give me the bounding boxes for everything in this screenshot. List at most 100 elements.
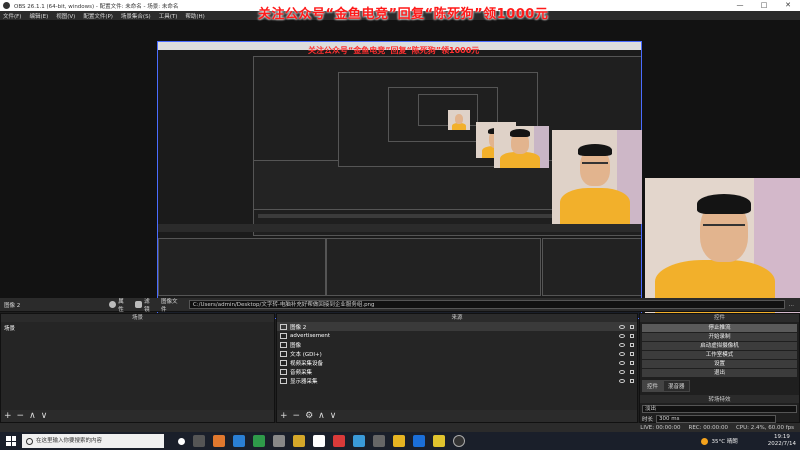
taskbar-search-input[interactable]: 在这里输入你要搜索的内容	[22, 434, 164, 448]
taskbar-app-icon[interactable]	[393, 435, 405, 447]
lock-icon[interactable]	[630, 351, 634, 356]
move-source-up-button[interactable]: ∧	[318, 410, 325, 422]
eye-icon[interactable]	[619, 333, 625, 338]
tab-controls[interactable]: 控件	[642, 380, 664, 392]
taskbar-app-icon[interactable]	[413, 435, 425, 447]
obs-taskbar-icon[interactable]	[453, 435, 465, 447]
taskbar-app-icon[interactable]	[253, 435, 265, 447]
taskbar-app-icon[interactable]	[233, 435, 245, 447]
nested-controls-dock	[542, 238, 641, 296]
source-item-advertisement[interactable]: advertisement	[277, 331, 637, 340]
lock-icon[interactable]	[630, 333, 634, 338]
nested-controls	[158, 224, 641, 232]
properties-button[interactable]: 属性	[109, 297, 129, 313]
remove-source-button[interactable]: −	[293, 410, 301, 422]
minimize-button[interactable]: —	[728, 0, 752, 11]
move-scene-up-button[interactable]: ∧	[29, 410, 36, 422]
taskbar-app-icon[interactable]	[313, 435, 325, 447]
nested-webcam-2	[494, 126, 549, 168]
lock-icon[interactable]	[630, 324, 634, 329]
menu-profile[interactable]: 配置文件(P)	[83, 12, 113, 20]
move-scene-down-button[interactable]: ∨	[41, 410, 48, 422]
transition-select[interactable]: 淡出	[642, 405, 797, 413]
exit-button[interactable]: 退出	[642, 369, 797, 377]
eye-icon[interactable]	[619, 360, 625, 365]
clock-date: 2022/7/14	[767, 441, 796, 447]
taskbar-app-icon[interactable]	[373, 435, 385, 447]
stop-streaming-button[interactable]: 停止推流	[642, 324, 797, 332]
weather-widget[interactable]: 35°C 晴朗	[701, 437, 738, 445]
text-icon	[280, 332, 287, 339]
scene-item[interactable]: 场景	[1, 322, 274, 334]
taskbar-app-icon[interactable]	[213, 435, 225, 447]
source-item-image-2[interactable]: 图像 2	[277, 322, 637, 331]
source-item-display-capture[interactable]: 显示器采集	[277, 376, 637, 385]
lock-icon[interactable]	[630, 378, 634, 383]
eye-icon[interactable]	[619, 369, 625, 374]
taskbar-app-icon[interactable]	[293, 435, 305, 447]
taskbar-app-icon[interactable]	[273, 435, 285, 447]
browse-button[interactable]: ...	[789, 302, 794, 308]
menu-tools[interactable]: 工具(T)	[159, 12, 178, 20]
taskbar-app-icon[interactable]	[433, 435, 445, 447]
close-button[interactable]: ✕	[776, 0, 800, 11]
sources-dock-title: 来源	[277, 314, 637, 322]
source-item-image[interactable]: 图像	[277, 340, 637, 349]
taskbar-app-icon[interactable]	[333, 435, 345, 447]
lock-icon[interactable]	[630, 369, 634, 374]
taskbar-app-icon[interactable]	[353, 435, 365, 447]
window-controls: — □ ✕	[728, 0, 800, 11]
scenes-list[interactable]: 场景	[1, 322, 274, 410]
nested-banner: 关注公众号“金鱼电竞”回复“陈死狗”领1000元	[308, 46, 480, 55]
source-item-audio-capture[interactable]: 音频采集	[277, 367, 637, 376]
task-view-icon[interactable]	[178, 437, 185, 445]
windows-start-icon[interactable]	[6, 436, 16, 446]
source-item-video-capture[interactable]: 视频采集设备	[277, 358, 637, 367]
lock-icon[interactable]	[630, 360, 634, 365]
move-source-down-button[interactable]: ∨	[330, 410, 337, 422]
image-path-input[interactable]: C:/Users/admin/Desktop/文字转-电脑补充好帮做回接到企业服…	[188, 300, 785, 309]
taskbar-app-icon[interactable]	[193, 435, 205, 447]
menu-file[interactable]: 文件(F)	[3, 12, 21, 20]
obs-logo-icon	[3, 2, 10, 9]
menu-help[interactable]: 帮助(H)	[185, 12, 204, 20]
controls-dock-body: 停止推流 开始录制 启动虚拟摄像机 工作室模式 设置 退出 控件 混音器 转场特…	[640, 323, 799, 424]
nested-webcam-1	[552, 130, 642, 224]
eye-icon[interactable]	[619, 324, 625, 329]
remove-scene-button[interactable]: −	[17, 410, 25, 422]
duration-input[interactable]: 300 ms	[656, 415, 777, 423]
filters-button[interactable]: 滤镜	[135, 297, 155, 313]
preview-area[interactable]: 关注公众号“金鱼电竞”回复“陈死狗”领1000元	[0, 20, 800, 319]
taskbar-clock[interactable]: 19:19 2022/7/14	[768, 434, 796, 448]
eye-icon[interactable]	[619, 342, 625, 347]
add-scene-button[interactable]: +	[4, 410, 12, 422]
weather-text: 35°C 晴朗	[711, 439, 738, 445]
menu-scene-collection[interactable]: 场景集合(S)	[121, 12, 151, 20]
webcam-feed	[645, 178, 800, 314]
source-item-text-gdi[interactable]: 文本 (GDI+)	[277, 349, 637, 358]
maximize-button[interactable]: □	[752, 0, 776, 11]
menu-view[interactable]: 视图(V)	[56, 12, 75, 20]
eye-icon[interactable]	[619, 351, 625, 356]
add-source-button[interactable]: +	[280, 410, 288, 422]
clock-time: 19:19	[773, 434, 790, 440]
image-icon	[280, 323, 287, 330]
sources-list[interactable]: 图像 2 advertisement 图像 文本 (GDI+) 视频采集设备 音…	[277, 322, 637, 410]
gear-icon	[109, 301, 117, 308]
controls-tabs: 控件 混音器	[642, 380, 797, 392]
os-taskbar: 在这里输入你要搜索的内容 35°C 晴朗 19:19 2022/7/14	[0, 432, 800, 450]
source-settings-button[interactable]: ⚙	[305, 410, 313, 422]
menu-edit[interactable]: 编辑(E)	[29, 12, 48, 20]
start-virtual-camera-button[interactable]: 启动虚拟摄像机	[642, 342, 797, 350]
controls-dock: 控件 停止推流 开始录制 启动虚拟摄像机 工作室模式 设置 退出 控件 混音器 …	[639, 313, 800, 423]
eye-icon[interactable]	[619, 378, 625, 383]
lock-icon[interactable]	[630, 342, 634, 347]
settings-button[interactable]: 设置	[642, 360, 797, 368]
live-timer: LIVE: 00:00:00	[640, 424, 681, 431]
nested-sources-dock	[326, 238, 541, 296]
duration-row: 时长 300 ms	[642, 415, 797, 423]
studio-mode-button[interactable]: 工作室模式	[642, 351, 797, 359]
start-recording-button[interactable]: 开始录制	[642, 333, 797, 341]
tab-mixer[interactable]: 混音器	[663, 380, 690, 392]
promo-banner: 关注公众号“金鱼电竞”回复“陈死狗”领1000元	[258, 7, 549, 22]
